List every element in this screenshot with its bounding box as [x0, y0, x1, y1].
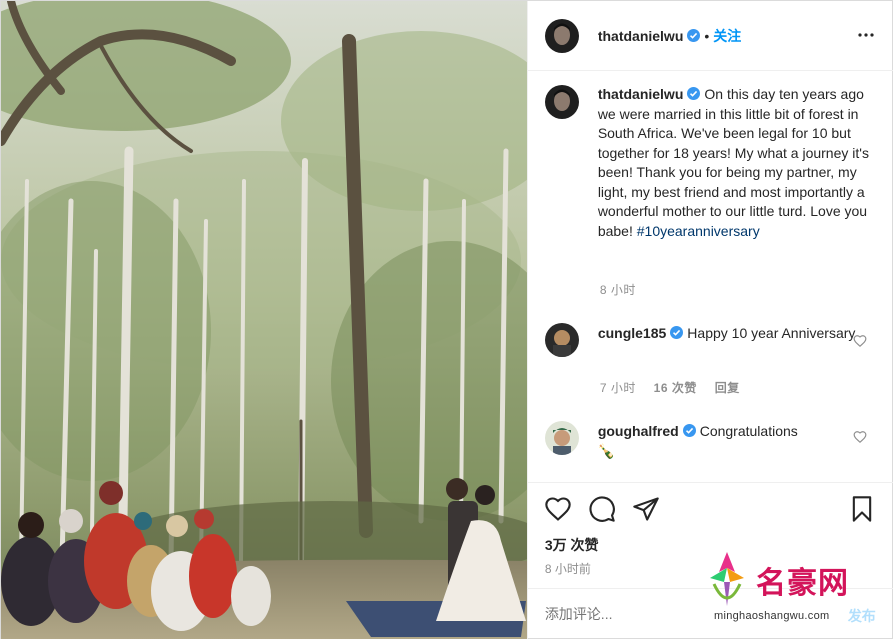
caption-avatar[interactable] [544, 85, 579, 119]
comment-item: goughalfred Congratulations 🍾 [544, 421, 885, 461]
verified-badge-icon [687, 87, 701, 100]
post-author-username[interactable]: thatdanielwu [598, 28, 684, 44]
caption-username[interactable]: thatdanielwu [598, 86, 684, 102]
save-bookmark-icon[interactable] [848, 495, 876, 523]
verified-badge-icon [670, 326, 684, 339]
avatar[interactable] [544, 18, 579, 53]
like-comment-heart-icon[interactable] [853, 334, 867, 348]
avatar-image [544, 421, 579, 455]
hashtag-link[interactable]: #10yearanniversary [637, 223, 760, 239]
avatar-image [544, 323, 579, 357]
commenter-avatar[interactable] [544, 323, 579, 357]
comment-text: Happy 10 year Anniversary [687, 325, 856, 341]
watermark-url: minghaoshangwu.com [714, 610, 830, 622]
likes-count[interactable]: 3万 次赞 [545, 535, 599, 555]
comment-meta: 7 小时 16 次赞 回复 [600, 379, 740, 396]
reply-button[interactable]: 回复 [715, 381, 740, 395]
comment-text: Congratulations [699, 423, 798, 439]
comment-likes[interactable]: 16 次赞 [654, 381, 697, 395]
verified-badge-icon [687, 29, 701, 42]
champagne-emoji: 🍾 [597, 443, 616, 459]
watermark-title: 名豪网 [756, 566, 849, 601]
caption-timestamp: 8 小时 [599, 283, 636, 297]
post-header: thatdanielwu • 关注 [527, 1, 893, 71]
instagram-post: thatdanielwu • 关注 thatdanielwu On this d… [0, 0, 893, 639]
verified-badge-icon [682, 424, 696, 437]
comment-username[interactable]: goughalfred [598, 423, 679, 439]
post-photo[interactable] [1, 1, 527, 639]
avatar-image [544, 18, 579, 53]
watermark-logo-icon [710, 552, 744, 606]
forest-wedding-photo [1, 1, 527, 639]
caption-text-block: thatdanielwu On this day ten years ago we… [598, 85, 876, 241]
comment-time: 7 小时 [599, 381, 636, 395]
post-caption: thatdanielwu On this day ten years ago we… [544, 85, 885, 241]
avatar-image [544, 85, 579, 119]
commenter-avatar[interactable] [544, 421, 579, 455]
post-side-panel: thatdanielwu • 关注 thatdanielwu On this d… [526, 1, 893, 639]
comment-username[interactable]: cungle185 [598, 325, 666, 341]
like-comment-heart-icon[interactable] [853, 430, 867, 444]
like-heart-icon[interactable] [544, 495, 572, 523]
comment-item: cungle185 Happy 10 year Anniversary [544, 323, 885, 357]
share-paper-plane-icon[interactable] [632, 495, 660, 523]
caption-body: On this day ten years ago we were marrie… [597, 86, 869, 239]
comment-body: goughalfred Congratulations 🍾 [598, 421, 856, 461]
post-timestamp: 8 小时前 [544, 562, 591, 576]
follow-button[interactable]: 关注 [713, 26, 741, 46]
site-watermark: 名豪网 minghaoshangwu.com [700, 548, 890, 634]
more-options-icon[interactable] [856, 27, 876, 43]
comment-bubble-icon[interactable] [588, 495, 616, 523]
separator-dot: • [704, 27, 710, 44]
comment-body: cungle185 Happy 10 year Anniversary [598, 323, 856, 357]
